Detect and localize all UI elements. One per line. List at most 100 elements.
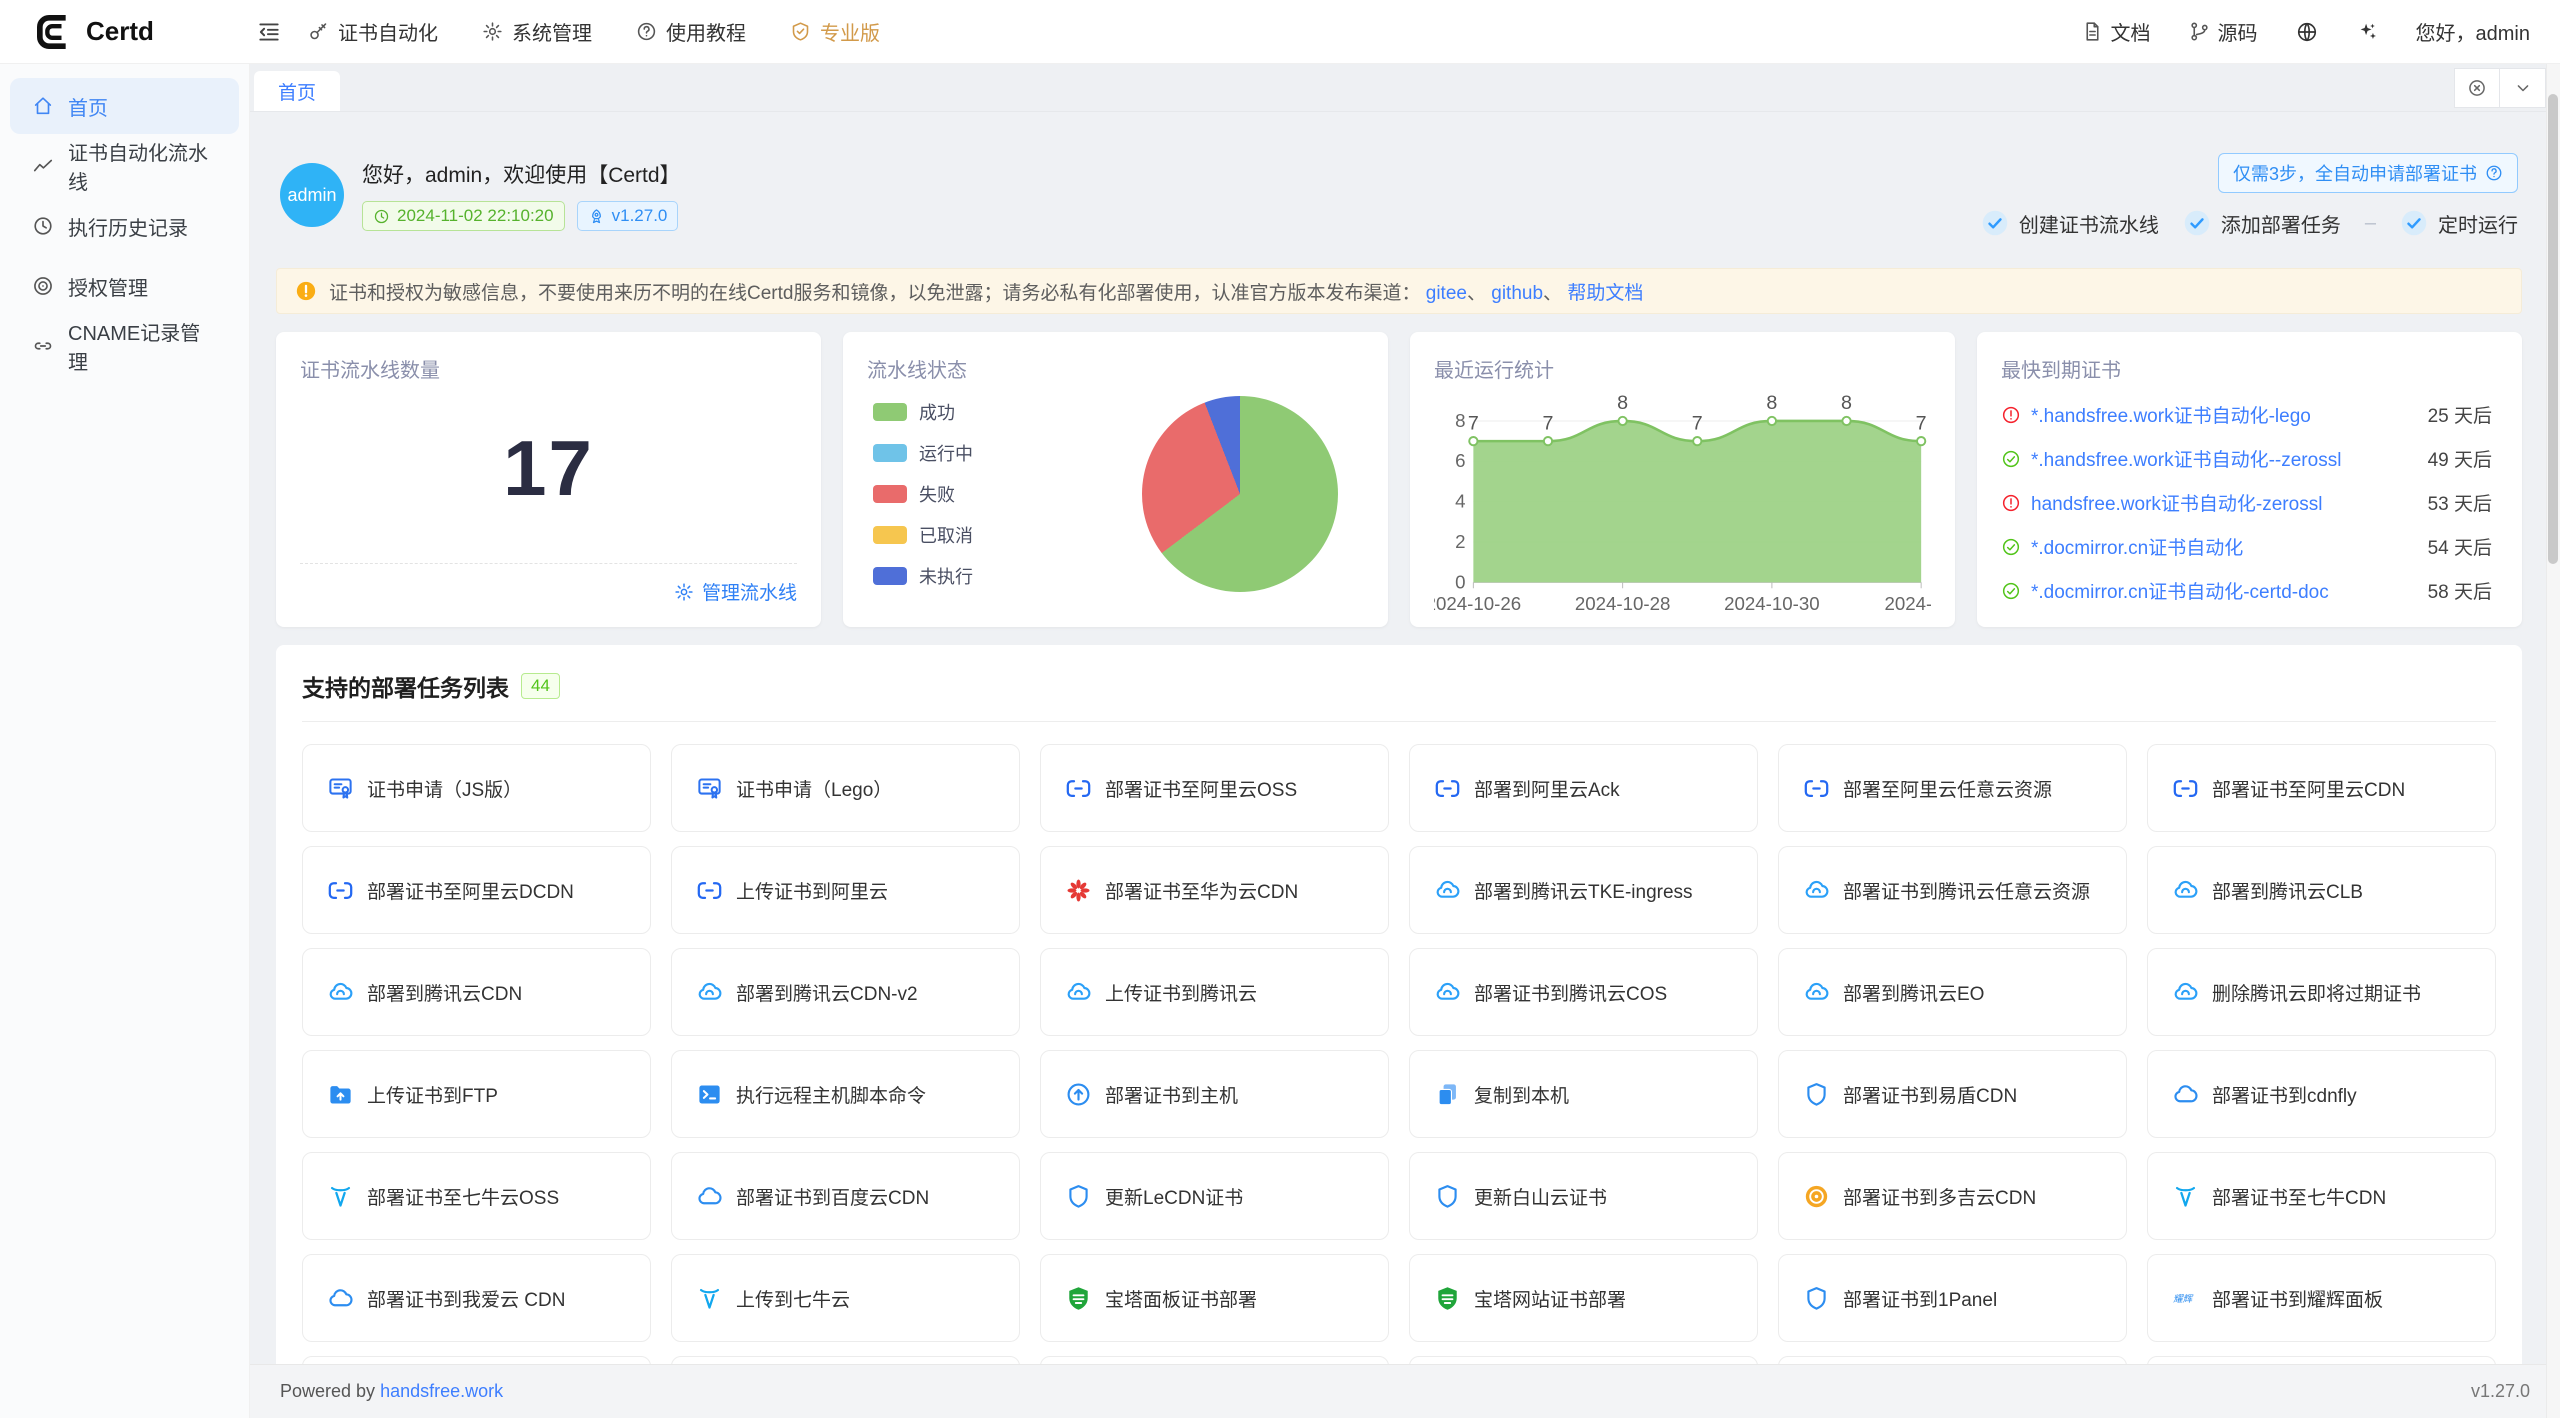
task-card[interactable]: 证书申请（JS版） [302,744,651,832]
task-label: 部署至阿里云任意云资源 [1843,775,2052,802]
task-card[interactable]: 上传证书到FTP [302,1050,651,1138]
ftp-icon [327,1081,354,1108]
task-card[interactable]: 部署证书至阿里云OSS [1040,744,1389,832]
legend-item[interactable]: 失败 [873,481,973,507]
task-card[interactable]: 删除腾讯云即将过期证书 [2147,948,2496,1036]
tab-close-button[interactable] [2454,68,2500,108]
task-card[interactable]: 部署到腾讯云CDN-v2 [671,948,1020,1036]
task-label: 部署证书至华为云CDN [1105,877,1298,904]
step-scheduled-run[interactable]: 定时运行 [2400,209,2518,238]
task-card[interactable]: 更新白山云证书 [1409,1152,1758,1240]
docs-link[interactable]: 文档 [2082,17,2151,46]
task-card[interactable]: 执行远程主机脚本命令 [671,1050,1020,1138]
task-card[interactable]: 部署证书到易盾CDN [1778,1050,2127,1138]
cloud-icon [696,1183,723,1210]
cert-pipeline-link[interactable]: *.docmirror.cn证书自动化 [2031,533,2243,560]
handsfree-link[interactable]: handsfree.work [380,1381,503,1401]
scrollbar-thumb[interactable] [2548,94,2558,564]
step-create-pipeline[interactable]: 创建证书流水线 [1981,209,2159,238]
svg-text:7: 7 [1468,412,1479,434]
security-notice: 证书和授权为敏感信息，不要使用来历不明的在线Certd服务和镜像，以免泄露；请务… [276,268,2522,314]
gitee-link[interactable]: gitee [1426,283,1467,304]
user-greeting[interactable]: 您好，admin [2416,17,2530,46]
task-card[interactable]: 复制到本机 [1409,1050,1758,1138]
legend-item[interactable]: 运行中 [873,440,973,466]
svg-text:6: 6 [1455,450,1465,471]
language-globe-icon[interactable] [2296,21,2318,43]
menu-tutorial[interactable]: 使用教程 [636,17,746,46]
manage-pipelines-link[interactable]: 管理流水线 [674,578,797,605]
warning-icon [295,280,317,302]
help-doc-link[interactable]: 帮助文档 [1567,283,1643,304]
task-card[interactable]: 部署到腾讯云CLB [2147,846,2496,934]
svg-text:7: 7 [1916,412,1927,434]
cert-pipeline-link[interactable]: *.docmirror.cn证书自动化-certd-doc [2031,577,2329,604]
task-card[interactable]: 部署证书到百度云CDN [671,1152,1020,1240]
task-card[interactable]: 部署到腾讯云CDN [302,948,651,1036]
task-card[interactable]: 上传到七牛云 [671,1254,1020,1342]
task-card[interactable]: 部署证书到多吉云CDN [1778,1152,2127,1240]
task-label: 部署证书到我爱云 CDN [367,1285,565,1312]
task-card[interactable]: 部署证书到腾讯云COS [1409,948,1758,1036]
success-check-icon [2001,537,2021,557]
task-label: 部署证书至阿里云CDN [2212,775,2405,802]
cert-pipeline-link[interactable]: *.handsfree.work证书自动化--zerossl [2031,445,2341,472]
tab-home[interactable]: 首页 [254,71,340,111]
task-card[interactable]: 部署证书至华为云CDN [1040,846,1389,934]
task-card[interactable]: 部署证书到cdnfly [2147,1050,2496,1138]
sidebar-item-home[interactable]: 首页 [10,78,239,134]
task-card[interactable]: 部署证书到主机 [1040,1050,1389,1138]
sidebar-item-auth[interactable]: 授权管理 [10,258,239,314]
legend-label: 成功 [919,399,955,425]
scrollbar-track[interactable] [2546,64,2560,1418]
sidebar-item-pipelines[interactable]: 证书自动化流水线 [10,138,239,194]
task-card[interactable]: 证书申请（Lego） [671,744,1020,832]
task-card[interactable]: 部署证书到1Panel [1778,1254,2127,1342]
task-card[interactable]: 部署证书至七牛云OSS [302,1152,651,1240]
legend-item[interactable]: 成功 [873,399,973,425]
logo[interactable]: Certd [0,12,250,52]
cert-pipeline-link[interactable]: handsfree.work证书自动化-zerossl [2031,489,2322,516]
cert-pipeline-link[interactable]: *.handsfree.work证书自动化-lego [2031,401,2311,428]
chevron-down-icon [2513,78,2533,98]
task-card[interactable]: 上传证书到阿里云 [671,846,1020,934]
task-card[interactable]: 部署证书至七牛CDN [2147,1152,2496,1240]
legend-item[interactable]: 已取消 [873,522,973,548]
sidebar-item-label: 证书自动化流水线 [68,137,217,195]
task-card[interactable]: 部署证书至阿里云CDN [2147,744,2496,832]
task-card[interactable]: 宝塔网站证书部署 [1409,1254,1758,1342]
task-card[interactable]: 部署证书至阿里云DCDN [302,846,651,934]
legend-swatch [873,403,907,421]
task-label: 部署证书到cdnfly [2212,1081,2357,1108]
sidebar-item-history[interactable]: 执行历史记录 [10,198,239,254]
svg-text:7: 7 [1543,412,1554,434]
theme-sparkles-icon[interactable] [2356,21,2378,43]
task-card[interactable]: 耀辉 部署证书到耀辉面板 [2147,1254,2496,1342]
terminal-icon [696,1081,723,1108]
task-card[interactable]: 更新LeCDN证书 [1040,1152,1389,1240]
task-card[interactable]: 部署到阿里云Ack [1409,744,1758,832]
sidebar-item-cname[interactable]: CNAME记录管理 [10,318,239,374]
task-card[interactable]: 宝塔面板证书部署 [1040,1254,1389,1342]
expiring-cert-row: *.handsfree.work证书自动化--zerossl 49 天后 [2001,445,2498,472]
github-link[interactable]: github [1491,283,1543,304]
sidebar-collapse-icon[interactable] [256,19,282,45]
task-label: 部署证书到主机 [1105,1081,1238,1108]
legend-item[interactable]: 未执行 [873,563,973,589]
source-code-link[interactable]: 源码 [2189,17,2258,46]
sidebar-item-label: 授权管理 [68,272,148,301]
step-add-deploy-task[interactable]: 添加部署任务 [2183,209,2341,238]
divider [302,721,2496,722]
task-card[interactable]: 部署到腾讯云EO [1778,948,2127,1036]
task-card[interactable]: 部署到腾讯云TKE-ingress [1409,846,1758,934]
task-card[interactable]: 部署至阿里云任意云资源 [1778,744,2127,832]
task-card[interactable]: 部署证书到腾讯云任意云资源 [1778,846,2127,934]
menu-pro-edition[interactable]: 专业版 [790,17,880,46]
quick-guide-button[interactable]: 仅需3步，全自动申请部署证书 [2218,153,2518,193]
task-card[interactable]: 上传证书到腾讯云 [1040,948,1389,1036]
menu-cert-automation[interactable]: 证书自动化 [308,17,438,46]
task-card[interactable]: 部署证书到我爱云 CDN [302,1254,651,1342]
menu-system-settings[interactable]: 系统管理 [482,17,592,46]
aliyun-icon [327,877,354,904]
tab-menu-button[interactable] [2500,68,2546,108]
